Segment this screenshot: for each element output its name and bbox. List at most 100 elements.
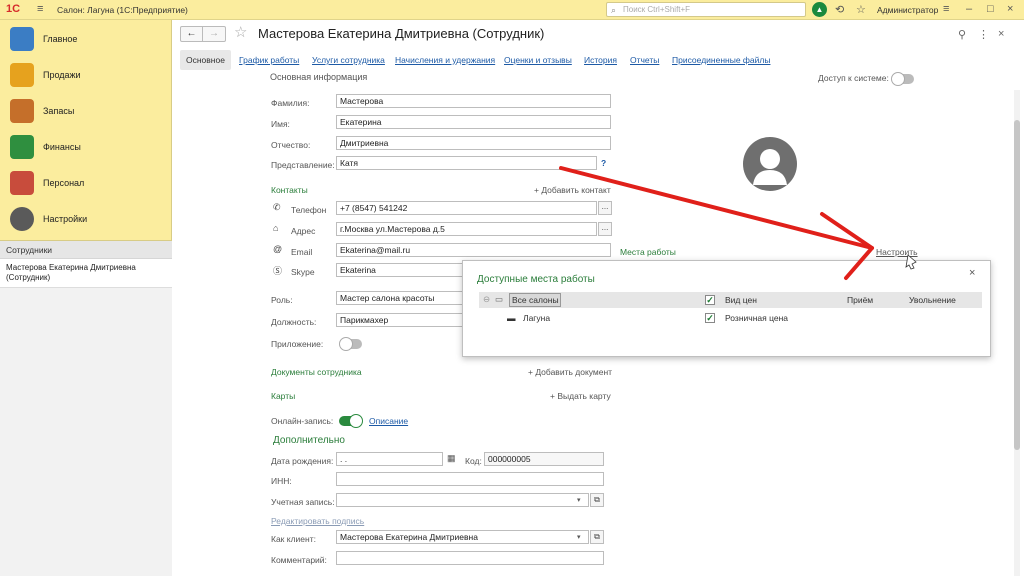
- open-window-item[interactable]: Мастерова Екатерина Дмитриевна (Сотрудни…: [0, 259, 172, 288]
- phone-field[interactable]: +7 (8547) 541242: [336, 201, 597, 215]
- cards-title: Карты: [271, 391, 296, 401]
- patronymic-field[interactable]: Дмитриевна: [336, 136, 611, 150]
- code-field[interactable]: 000000005: [484, 452, 604, 466]
- header-checkbox[interactable]: ✓: [705, 295, 715, 305]
- column-dismissal[interactable]: Увольнение: [909, 295, 956, 305]
- role-label: Роль:: [271, 295, 293, 305]
- edit-signature-link[interactable]: Редактировать подпись: [271, 516, 364, 526]
- history-icon[interactable]: ⟲: [835, 3, 844, 16]
- scrollbar-thumb[interactable]: [1014, 120, 1020, 450]
- user-name[interactable]: Администратор: [877, 5, 938, 15]
- app-toggle[interactable]: [339, 337, 362, 351]
- open-section-title[interactable]: Сотрудники: [0, 241, 172, 259]
- collapse-icon[interactable]: ⊖: [483, 294, 490, 305]
- column-price-type[interactable]: Вид цен: [725, 295, 757, 305]
- display-name-label: Представление:: [271, 160, 335, 170]
- address-select-button[interactable]: ...: [598, 222, 612, 236]
- chevron-down-icon[interactable]: ▾: [577, 496, 581, 504]
- address-field[interactable]: г.Москва ул.Мастерова д.5: [336, 222, 597, 236]
- description-link[interactable]: Описание: [369, 416, 408, 426]
- favorites-icon[interactable]: ☆: [856, 3, 866, 16]
- document-window: ← → ☆ Мастерова Екатерина Дмитриевна (Со…: [172, 20, 1024, 576]
- sidebar-item-finance[interactable]: Финансы: [0, 130, 172, 164]
- search-placeholder: Поиск Ctrl+Shift+F: [623, 5, 691, 14]
- sidebar-item-label: Настройки: [43, 214, 88, 224]
- nav-buttons: ← →: [180, 26, 226, 42]
- menu-icon[interactable]: ≡: [37, 3, 43, 15]
- link-icon[interactable]: ⚲: [958, 28, 966, 41]
- forward-icon[interactable]: →: [203, 27, 225, 41]
- skype-label: Skype: [291, 267, 315, 277]
- comment-field[interactable]: [336, 551, 604, 565]
- email-icon: @: [273, 244, 283, 254]
- configure-link[interactable]: Настроить: [876, 247, 918, 257]
- address-label: Адрес: [291, 226, 316, 236]
- close-icon[interactable]: ×: [1007, 3, 1013, 15]
- sidebar-item-main[interactable]: Главное: [0, 22, 172, 56]
- open-windows: Сотрудники Мастерова Екатерина Дмитриевн…: [0, 240, 172, 576]
- phone-label: Телефон: [291, 205, 327, 215]
- phone-icon: ✆: [273, 202, 281, 212]
- price-checkbox[interactable]: ✓: [705, 313, 715, 323]
- first-name-field[interactable]: Екатерина: [336, 115, 611, 129]
- popup-title: Доступные места работы: [477, 274, 595, 285]
- top-bar: 1С ≡ Салон: Лагуна (1С:Предприятие) ⌕ По…: [0, 0, 1024, 20]
- app-label: Приложение:: [271, 339, 324, 349]
- popup-close-icon[interactable]: ×: [969, 267, 975, 279]
- account-field[interactable]: [336, 493, 589, 507]
- phone-select-button[interactable]: ...: [598, 201, 612, 215]
- tab-schedule[interactable]: График работы: [239, 50, 299, 70]
- column-all-salons[interactable]: Все салоны: [512, 295, 559, 305]
- column-hire[interactable]: Приём: [847, 295, 873, 305]
- display-name-field[interactable]: Катя: [336, 156, 597, 170]
- minimize-icon[interactable]: –: [966, 3, 972, 15]
- notifications-icon[interactable]: ▲: [812, 2, 827, 17]
- last-name-field[interactable]: Мастерова: [336, 94, 611, 108]
- system-access-toggle[interactable]: [891, 72, 914, 86]
- tab-reviews[interactable]: Оценки и отзывы: [504, 50, 572, 70]
- tab-history[interactable]: История: [584, 50, 617, 70]
- sidebar-item-sales[interactable]: Продажи: [0, 58, 172, 92]
- sidebar-item-staff[interactable]: Персонал: [0, 166, 172, 200]
- app-logo: 1С: [6, 3, 21, 15]
- tab-reports[interactable]: Отчеты: [630, 50, 659, 70]
- tab-main[interactable]: Основное: [180, 50, 231, 70]
- help-icon[interactable]: ?: [601, 158, 606, 168]
- comment-label: Комментарий:: [271, 555, 327, 565]
- search-input[interactable]: ⌕ Поиск Ctrl+Shift+F: [606, 2, 806, 17]
- sidebar-item-settings[interactable]: Настройки: [0, 202, 172, 236]
- page-title: Мастерова Екатерина Дмитриевна (Сотрудни…: [258, 26, 545, 41]
- inn-field[interactable]: [336, 472, 604, 486]
- close-window-icon[interactable]: ×: [998, 28, 1004, 40]
- birth-date-label: Дата рождения:: [271, 456, 334, 466]
- maximize-icon[interactable]: □: [987, 3, 994, 15]
- favorite-star-icon[interactable]: ☆: [234, 23, 247, 41]
- tab-payroll[interactable]: Начисления и удержания: [395, 50, 495, 70]
- open-client-icon[interactable]: ⧉: [590, 530, 604, 544]
- more-icon[interactable]: ⋮: [978, 28, 989, 41]
- tab-files[interactable]: Присоединенные файлы: [672, 50, 770, 70]
- tab-services[interactable]: Услуги сотрудника: [312, 50, 385, 70]
- avatar[interactable]: [743, 137, 797, 191]
- scrollbar[interactable]: [1014, 90, 1020, 576]
- settings-icon[interactable]: ≡: [943, 3, 949, 15]
- documents-title: Документы сотрудника: [271, 367, 362, 377]
- table-row[interactable]: ▬ Лагуна ✓ Розничная цена: [479, 310, 982, 326]
- issue-card-button[interactable]: + Выдать карту: [550, 391, 611, 401]
- online-booking-toggle[interactable]: [339, 414, 363, 428]
- sidebar-item-stock[interactable]: Запасы: [0, 94, 172, 128]
- calendar-icon[interactable]: ▦: [447, 453, 456, 464]
- chevron-down-icon[interactable]: ▾: [577, 533, 581, 541]
- birth-date-field[interactable]: . .: [336, 452, 443, 466]
- open-account-icon[interactable]: ⧉: [590, 493, 604, 507]
- add-contact-button[interactable]: + Добавить контакт: [534, 185, 611, 195]
- position-field[interactable]: Парикмахер: [336, 313, 466, 327]
- back-icon[interactable]: ←: [181, 27, 203, 41]
- sidebar-item-label: Запасы: [43, 106, 75, 116]
- role-field[interactable]: Мастер салона красоты: [336, 291, 466, 305]
- add-document-button[interactable]: + Добавить документ: [528, 367, 612, 377]
- last-name-label: Фамилия:: [271, 98, 310, 108]
- email-field[interactable]: Ekaterina@mail.ru: [336, 243, 611, 257]
- client-field[interactable]: Мастерова Екатерина Дмитриевна: [336, 530, 589, 544]
- skype-field[interactable]: Ekaterina: [336, 263, 466, 277]
